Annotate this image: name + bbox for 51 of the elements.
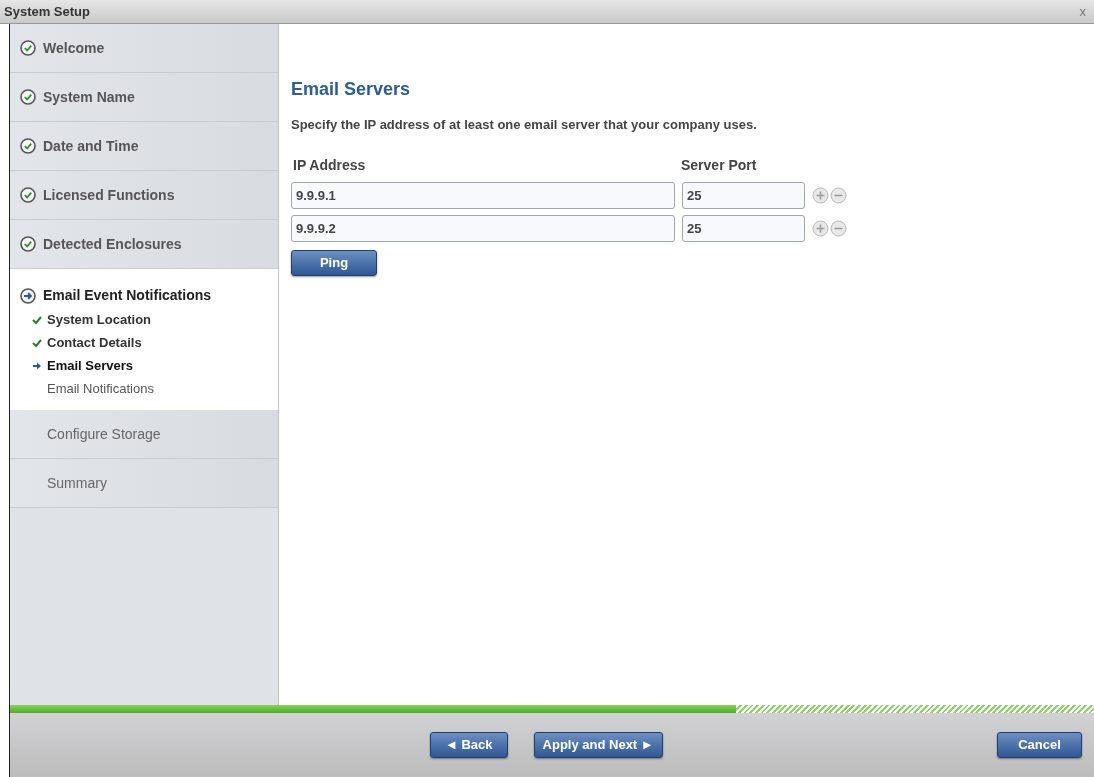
step-label: Summary xyxy=(47,473,107,493)
step-label: System Name xyxy=(43,87,135,107)
substep-label: System Location xyxy=(47,310,152,329)
step-item[interactable]: Welcome xyxy=(10,24,278,73)
close-button[interactable]: x xyxy=(1075,1,1090,22)
column-header: IP Address xyxy=(292,155,367,175)
step-item[interactable]: Configure Storage xyxy=(10,410,278,459)
step-label: Welcome xyxy=(43,38,105,58)
substep-item[interactable]: Contact Details xyxy=(32,331,268,354)
cancel-button[interactable]: Cancel xyxy=(997,732,1082,758)
page-heading: Email Servers xyxy=(291,78,412,101)
substep-item[interactable]: Email Servers xyxy=(32,354,268,377)
step-item[interactable]: Summary xyxy=(10,459,278,508)
checkmark-icon xyxy=(32,314,42,325)
description: Specify the IP address of at least one email server that your company uses. xyxy=(291,116,758,134)
substep-label: Email Notifications xyxy=(47,379,154,398)
add-icon[interactable] xyxy=(812,219,829,237)
step-item[interactable]: Email Event Notifications xyxy=(20,285,268,306)
ip-address-field[interactable]: 9.9.9.1 xyxy=(291,181,675,209)
add-icon[interactable] xyxy=(812,186,829,204)
check-circle-icon xyxy=(20,187,36,203)
check-circle-icon xyxy=(20,89,36,105)
step-item[interactable]: Detected Enclosures xyxy=(10,220,278,269)
apply-and-next-button[interactable]: Apply and Next ► xyxy=(533,732,663,758)
step-label: Configure Storage xyxy=(47,424,161,444)
step-label: Date and Time xyxy=(43,136,139,156)
arrow-circle-icon xyxy=(20,287,36,304)
step-item[interactable]: Licensed Functions xyxy=(10,171,278,220)
port-field[interactable]: 25 xyxy=(682,214,805,242)
arrow-icon xyxy=(32,360,42,371)
ping-button[interactable]: Ping xyxy=(291,249,377,276)
step-item[interactable]: Date and Time xyxy=(10,122,278,171)
substep-label: Email Servers xyxy=(47,356,133,375)
check-circle-icon xyxy=(20,40,36,56)
remove-icon[interactable] xyxy=(830,186,847,204)
substep-item[interactable]: Email Notifications xyxy=(32,377,268,400)
step-label: Licensed Functions xyxy=(43,185,175,205)
substep-item[interactable]: System Location xyxy=(32,308,268,331)
check-circle-icon xyxy=(20,236,36,252)
step-label: Email Event Notifications xyxy=(43,286,212,305)
window-title: System Setup xyxy=(4,2,90,21)
port-field[interactable]: 25 xyxy=(682,181,805,209)
substep-label: Contact Details xyxy=(47,333,142,352)
check-circle-icon xyxy=(20,138,36,154)
column-header: Server Port xyxy=(681,155,757,175)
remove-icon[interactable] xyxy=(830,219,847,237)
checkmark-icon xyxy=(32,337,42,348)
back-button[interactable]: ◄ Back xyxy=(430,732,508,758)
step-label: Detected Enclosures xyxy=(43,234,182,254)
step-item[interactable]: System Name xyxy=(10,73,278,122)
ip-address-field[interactable]: 9.9.9.2 xyxy=(291,214,675,242)
